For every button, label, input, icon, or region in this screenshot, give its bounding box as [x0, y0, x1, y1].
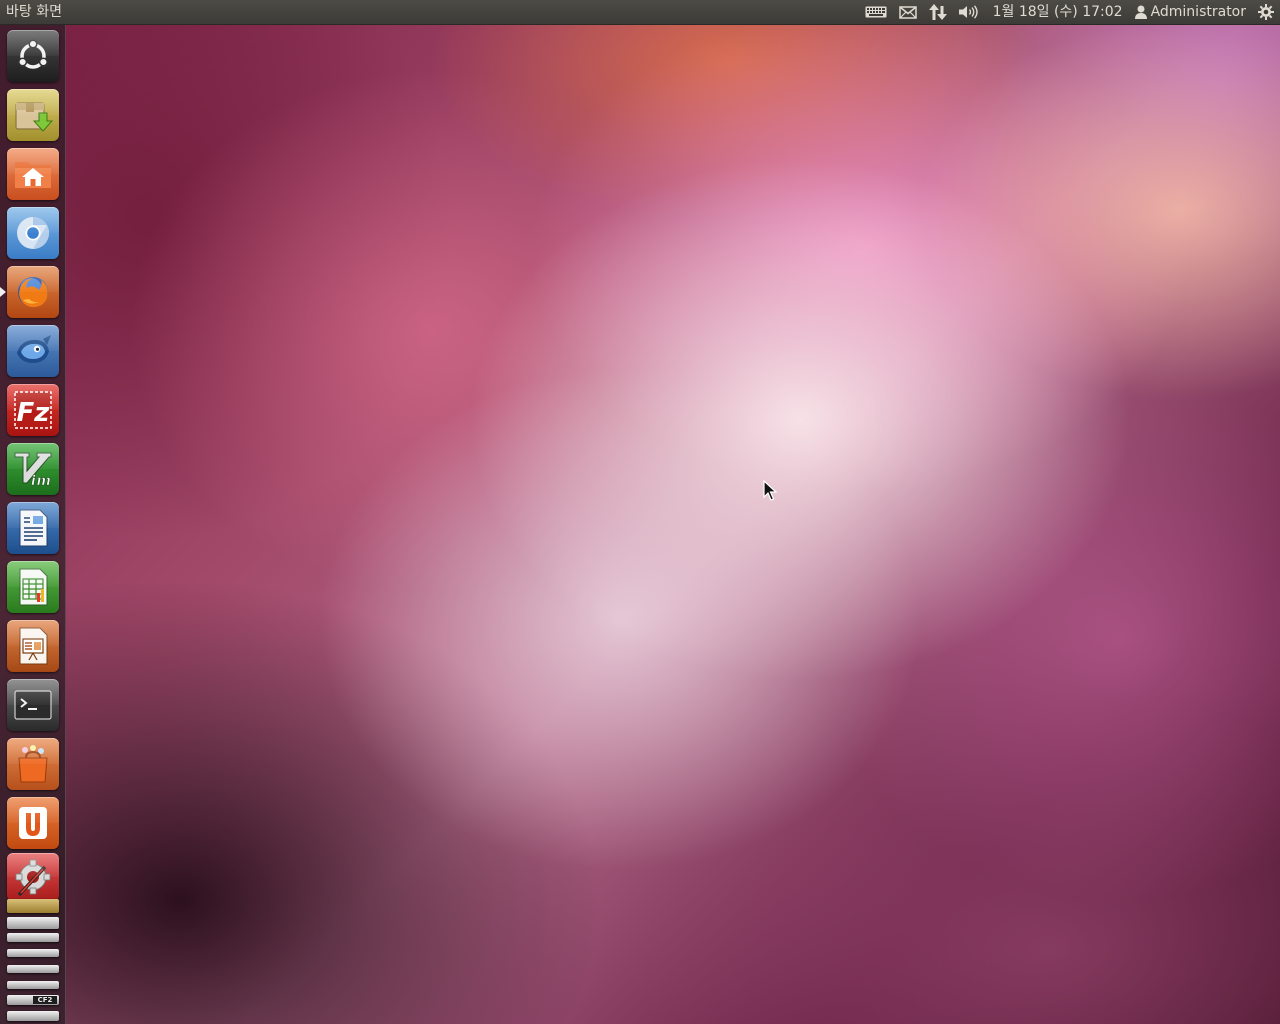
filezilla-icon: Fz — [14, 391, 52, 429]
desktop-wallpaper — [0, 0, 1280, 1024]
calc-spreadsheet-icon — [19, 568, 48, 606]
user-name: Administrator — [1150, 4, 1246, 20]
volume-icon — [958, 5, 978, 19]
home-folder-icon — [15, 162, 51, 188]
launcher-filezilla[interactable]: Fz — [7, 384, 59, 436]
keyboard-icon — [865, 6, 887, 18]
thunderbird-bird-icon — [17, 335, 51, 363]
mouse-pointer-icon — [763, 480, 777, 501]
launcher-collapsed-item[interactable] — [7, 965, 59, 973]
session-gear-icon — [1258, 4, 1274, 20]
launcher-collapsed-item[interactable]: CF2 — [7, 995, 59, 1005]
launcher-terminal[interactable] — [7, 679, 59, 731]
launcher-thunderbird[interactable] — [7, 325, 59, 377]
sound-indicator[interactable] — [953, 0, 985, 24]
firefox-icon — [18, 277, 48, 308]
launcher: Fz im CF2 — [0, 25, 66, 1024]
network-indicator[interactable] — [923, 0, 953, 24]
running-indicator — [0, 287, 6, 297]
launcher-libreoffice-writer[interactable] — [7, 502, 59, 554]
terminal-icon — [14, 690, 52, 720]
launcher-ubuntu-software-center[interactable] — [7, 738, 59, 790]
impress-presentation-icon — [19, 627, 48, 665]
svg-text:im: im — [31, 473, 51, 489]
keyboard-indicator[interactable] — [859, 0, 893, 24]
launcher-collapsed-item[interactable] — [7, 917, 59, 929]
launcher-update-manager[interactable] — [7, 89, 59, 141]
clock-indicator[interactable]: 1월 18일 (수) 17:02 — [985, 0, 1131, 24]
launcher-libreoffice-calc[interactable] — [7, 561, 59, 613]
launcher-ubuntu-one[interactable] — [7, 797, 59, 849]
launcher-system-settings[interactable] — [7, 853, 59, 901]
indicator-area: 1월 18일 (수) 17:02 Administrator — [859, 0, 1280, 24]
session-indicator[interactable] — [1254, 0, 1280, 24]
launcher-collapsed-item[interactable] — [7, 899, 59, 913]
user-icon — [1134, 5, 1147, 19]
launcher-collapsed-item[interactable] — [7, 933, 59, 942]
launcher-chromium[interactable] — [7, 207, 59, 259]
launcher-libreoffice-impress[interactable] — [7, 620, 59, 672]
launcher-gvim[interactable]: im — [7, 443, 59, 495]
settings-tools-icon — [15, 859, 51, 897]
mail-icon — [898, 5, 917, 19]
launcher-collapsed-item[interactable] — [7, 1011, 59, 1021]
vim-icon: im — [14, 452, 52, 489]
launcher-dash-home[interactable] — [7, 30, 59, 82]
software-center-bag-icon — [18, 745, 48, 783]
stack-item-label: CF2 — [33, 996, 57, 1004]
top-panel: 바탕 화면 1월 18일 (수) 17:02 Administrator — [0, 0, 1280, 25]
svg-text:Fz: Fz — [17, 398, 51, 428]
launcher-firefox[interactable] — [7, 266, 59, 318]
messaging-indicator[interactable] — [893, 0, 923, 24]
chromium-icon — [17, 216, 50, 250]
launcher-home-folder[interactable] — [7, 148, 59, 200]
package-download-icon — [15, 102, 53, 132]
writer-document-icon — [19, 509, 48, 547]
ubuntu-logo-icon — [18, 39, 48, 69]
launcher-collapsed-item[interactable] — [7, 949, 59, 957]
ubuntu-one-icon — [19, 807, 47, 839]
launcher-collapsed-item[interactable] — [7, 981, 59, 989]
active-window-title: 바탕 화면 — [6, 4, 62, 20]
user-indicator[interactable]: Administrator — [1131, 0, 1254, 24]
network-icon — [928, 4, 947, 20]
